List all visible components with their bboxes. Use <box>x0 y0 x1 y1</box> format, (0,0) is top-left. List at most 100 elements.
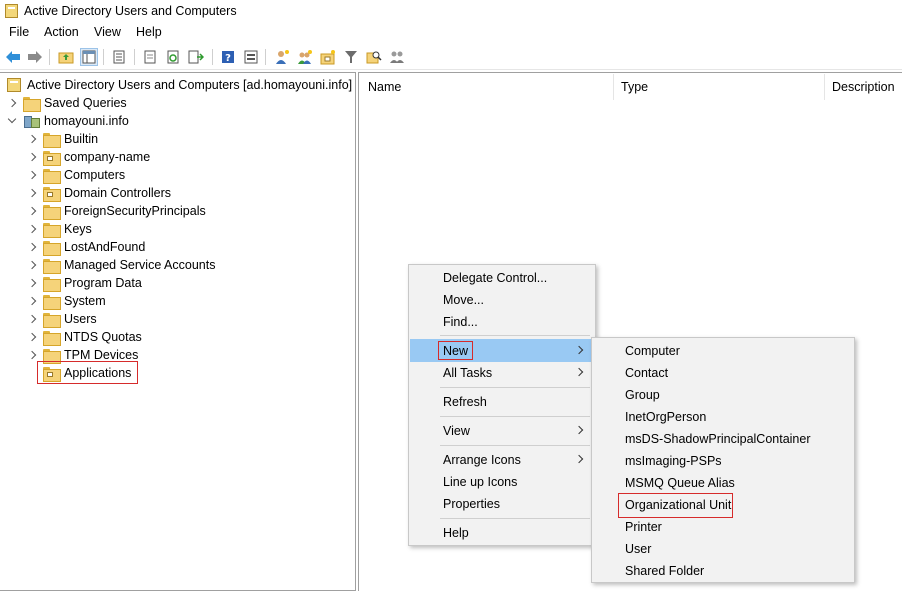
tree-item-program-data[interactable]: Program Data <box>27 274 142 292</box>
folder-icon <box>43 222 61 238</box>
folder-icon <box>43 348 61 364</box>
expand-chevron-icon[interactable] <box>27 314 37 324</box>
refresh-icon[interactable] <box>164 48 182 66</box>
menu-action[interactable]: Action <box>44 25 79 39</box>
tree-item-builtin[interactable]: Builtin <box>27 130 98 148</box>
export-icon[interactable] <box>187 48 205 66</box>
column-header-name[interactable]: Name <box>368 80 401 94</box>
expand-chevron-icon[interactable] <box>7 98 17 108</box>
menu-file[interactable]: File <box>9 25 29 39</box>
toolbar: ? <box>0 44 902 70</box>
folder-icon <box>43 294 61 310</box>
tree-item-ntds-quotas[interactable]: NTDS Quotas <box>27 328 142 346</box>
context-menu <box>408 264 596 546</box>
folder-icon <box>43 312 61 328</box>
tree-item-lost-and-found[interactable]: LostAndFound <box>27 238 145 256</box>
submenu-item-msmq-queue-alias[interactable]: MSMQ Queue Alias <box>625 472 735 494</box>
tree-item-domain[interactable]: homayouni.info <box>7 112 129 130</box>
properties-icon[interactable] <box>110 48 128 66</box>
column-header-description[interactable]: Description <box>832 80 895 94</box>
menu-bar: File Action View Help <box>0 22 902 43</box>
tree-item-saved-queries[interactable]: Saved Queries <box>7 94 127 112</box>
expand-chevron-icon[interactable] <box>27 206 37 216</box>
expand-chevron-icon[interactable] <box>27 260 37 270</box>
expand-chevron-icon[interactable] <box>27 278 37 288</box>
tree-item-label: LostAndFound <box>64 240 146 254</box>
folder-icon <box>43 168 61 184</box>
tree-item-computers[interactable]: Computers <box>27 166 125 184</box>
collapse-chevron-icon[interactable] <box>7 116 17 126</box>
aduc-app-icon <box>5 4 18 18</box>
new-ou-icon[interactable] <box>319 48 337 66</box>
submenu-item-user[interactable]: User <box>625 538 651 560</box>
tree-item-users[interactable]: Users <box>27 310 97 328</box>
menu-item-find[interactable]: Find... <box>443 311 478 333</box>
tree-item-label: Users <box>64 312 97 326</box>
menu-item-line-up-icons[interactable]: Line up Icons <box>443 471 517 493</box>
column-header-type[interactable]: Type <box>621 80 648 94</box>
menu-view[interactable]: View <box>94 25 121 39</box>
new-user-icon[interactable] <box>273 48 291 66</box>
folder-icon <box>43 276 61 292</box>
tree-item-label: Saved Queries <box>44 96 127 110</box>
menu-item-all-tasks[interactable]: All Tasks <box>443 362 492 384</box>
submenu-item-msimaging-psps[interactable]: msImaging-PSPs <box>625 450 722 472</box>
up-folder-icon[interactable] <box>57 48 75 66</box>
expand-chevron-icon[interactable] <box>27 296 37 306</box>
menu-item-help[interactable]: Help <box>443 522 469 544</box>
forward-icon[interactable] <box>26 48 44 66</box>
console-icon[interactable] <box>242 48 260 66</box>
tree-item-label: Domain Controllers <box>64 186 171 200</box>
tree-item-company-name[interactable]: company-name <box>27 148 150 166</box>
submenu-item-computer[interactable]: Computer <box>625 340 680 362</box>
submenu-item-group[interactable]: Group <box>625 384 660 406</box>
export-list-icon[interactable] <box>141 48 159 66</box>
tree-item-keys[interactable]: Keys <box>27 220 92 238</box>
window-title: Active Directory Users and Computers <box>24 4 237 18</box>
submenu-item-msds-shadow-principal-container[interactable]: msDS-ShadowPrincipalContainer <box>625 428 811 450</box>
tree-item-system[interactable]: System <box>27 292 106 310</box>
find-icon[interactable] <box>365 48 383 66</box>
tree-item-foreign-security-principals[interactable]: ForeignSecurityPrincipals <box>27 202 206 220</box>
folder-icon <box>43 240 61 256</box>
help-icon[interactable]: ? <box>219 48 237 66</box>
expand-chevron-icon[interactable] <box>27 170 37 180</box>
tree-item-label: Managed Service Accounts <box>64 258 216 272</box>
filter-icon[interactable] <box>342 48 360 66</box>
menu-item-properties[interactable]: Properties <box>443 493 500 515</box>
tree-item-domain-controllers[interactable]: Domain Controllers <box>27 184 171 202</box>
new-group-icon[interactable] <box>296 48 314 66</box>
expand-chevron-icon[interactable] <box>27 242 37 252</box>
menu-item-arrange-icons[interactable]: Arrange Icons <box>443 449 521 471</box>
tree-item-label: Keys <box>64 222 92 236</box>
submenu-item-printer[interactable]: Printer <box>625 516 662 538</box>
tree-item-label: System <box>64 294 106 308</box>
submenu-item-inetorgperson[interactable]: InetOrgPerson <box>625 406 706 428</box>
new-annotation-box <box>438 341 473 360</box>
menu-item-refresh[interactable]: Refresh <box>443 391 487 413</box>
tree-item-label: NTDS Quotas <box>64 330 142 344</box>
expand-chevron-icon[interactable] <box>27 224 37 234</box>
tree-item-label: homayouni.info <box>44 114 129 128</box>
submenu-item-contact[interactable]: Contact <box>625 362 668 384</box>
menu-item-delegate-control[interactable]: Delegate Control... <box>443 267 547 289</box>
menu-help[interactable]: Help <box>136 25 162 39</box>
expand-chevron-icon[interactable] <box>27 350 37 360</box>
tree-root[interactable]: Active Directory Users and Computers [ad… <box>7 76 352 94</box>
expand-chevron-icon[interactable] <box>27 188 37 198</box>
delegate-icon[interactable] <box>388 48 406 66</box>
menu-item-view[interactable]: View <box>443 420 470 442</box>
tree-item-label: Builtin <box>64 132 99 146</box>
folder-icon <box>43 204 61 220</box>
ou-folder-icon <box>43 150 61 166</box>
back-icon[interactable] <box>4 48 22 66</box>
tree-item-managed-service-accounts[interactable]: Managed Service Accounts <box>27 256 215 274</box>
expand-chevron-icon[interactable] <box>27 332 37 342</box>
show-tree-icon[interactable] <box>80 48 98 66</box>
expand-chevron-icon[interactable] <box>27 134 37 144</box>
submenu-item-shared-folder[interactable]: Shared Folder <box>625 560 704 582</box>
svg-text:?: ? <box>225 53 231 64</box>
menu-item-move[interactable]: Move... <box>443 289 484 311</box>
title-bar: Active Directory Users and Computers <box>0 0 902 22</box>
expand-chevron-icon[interactable] <box>27 152 37 162</box>
